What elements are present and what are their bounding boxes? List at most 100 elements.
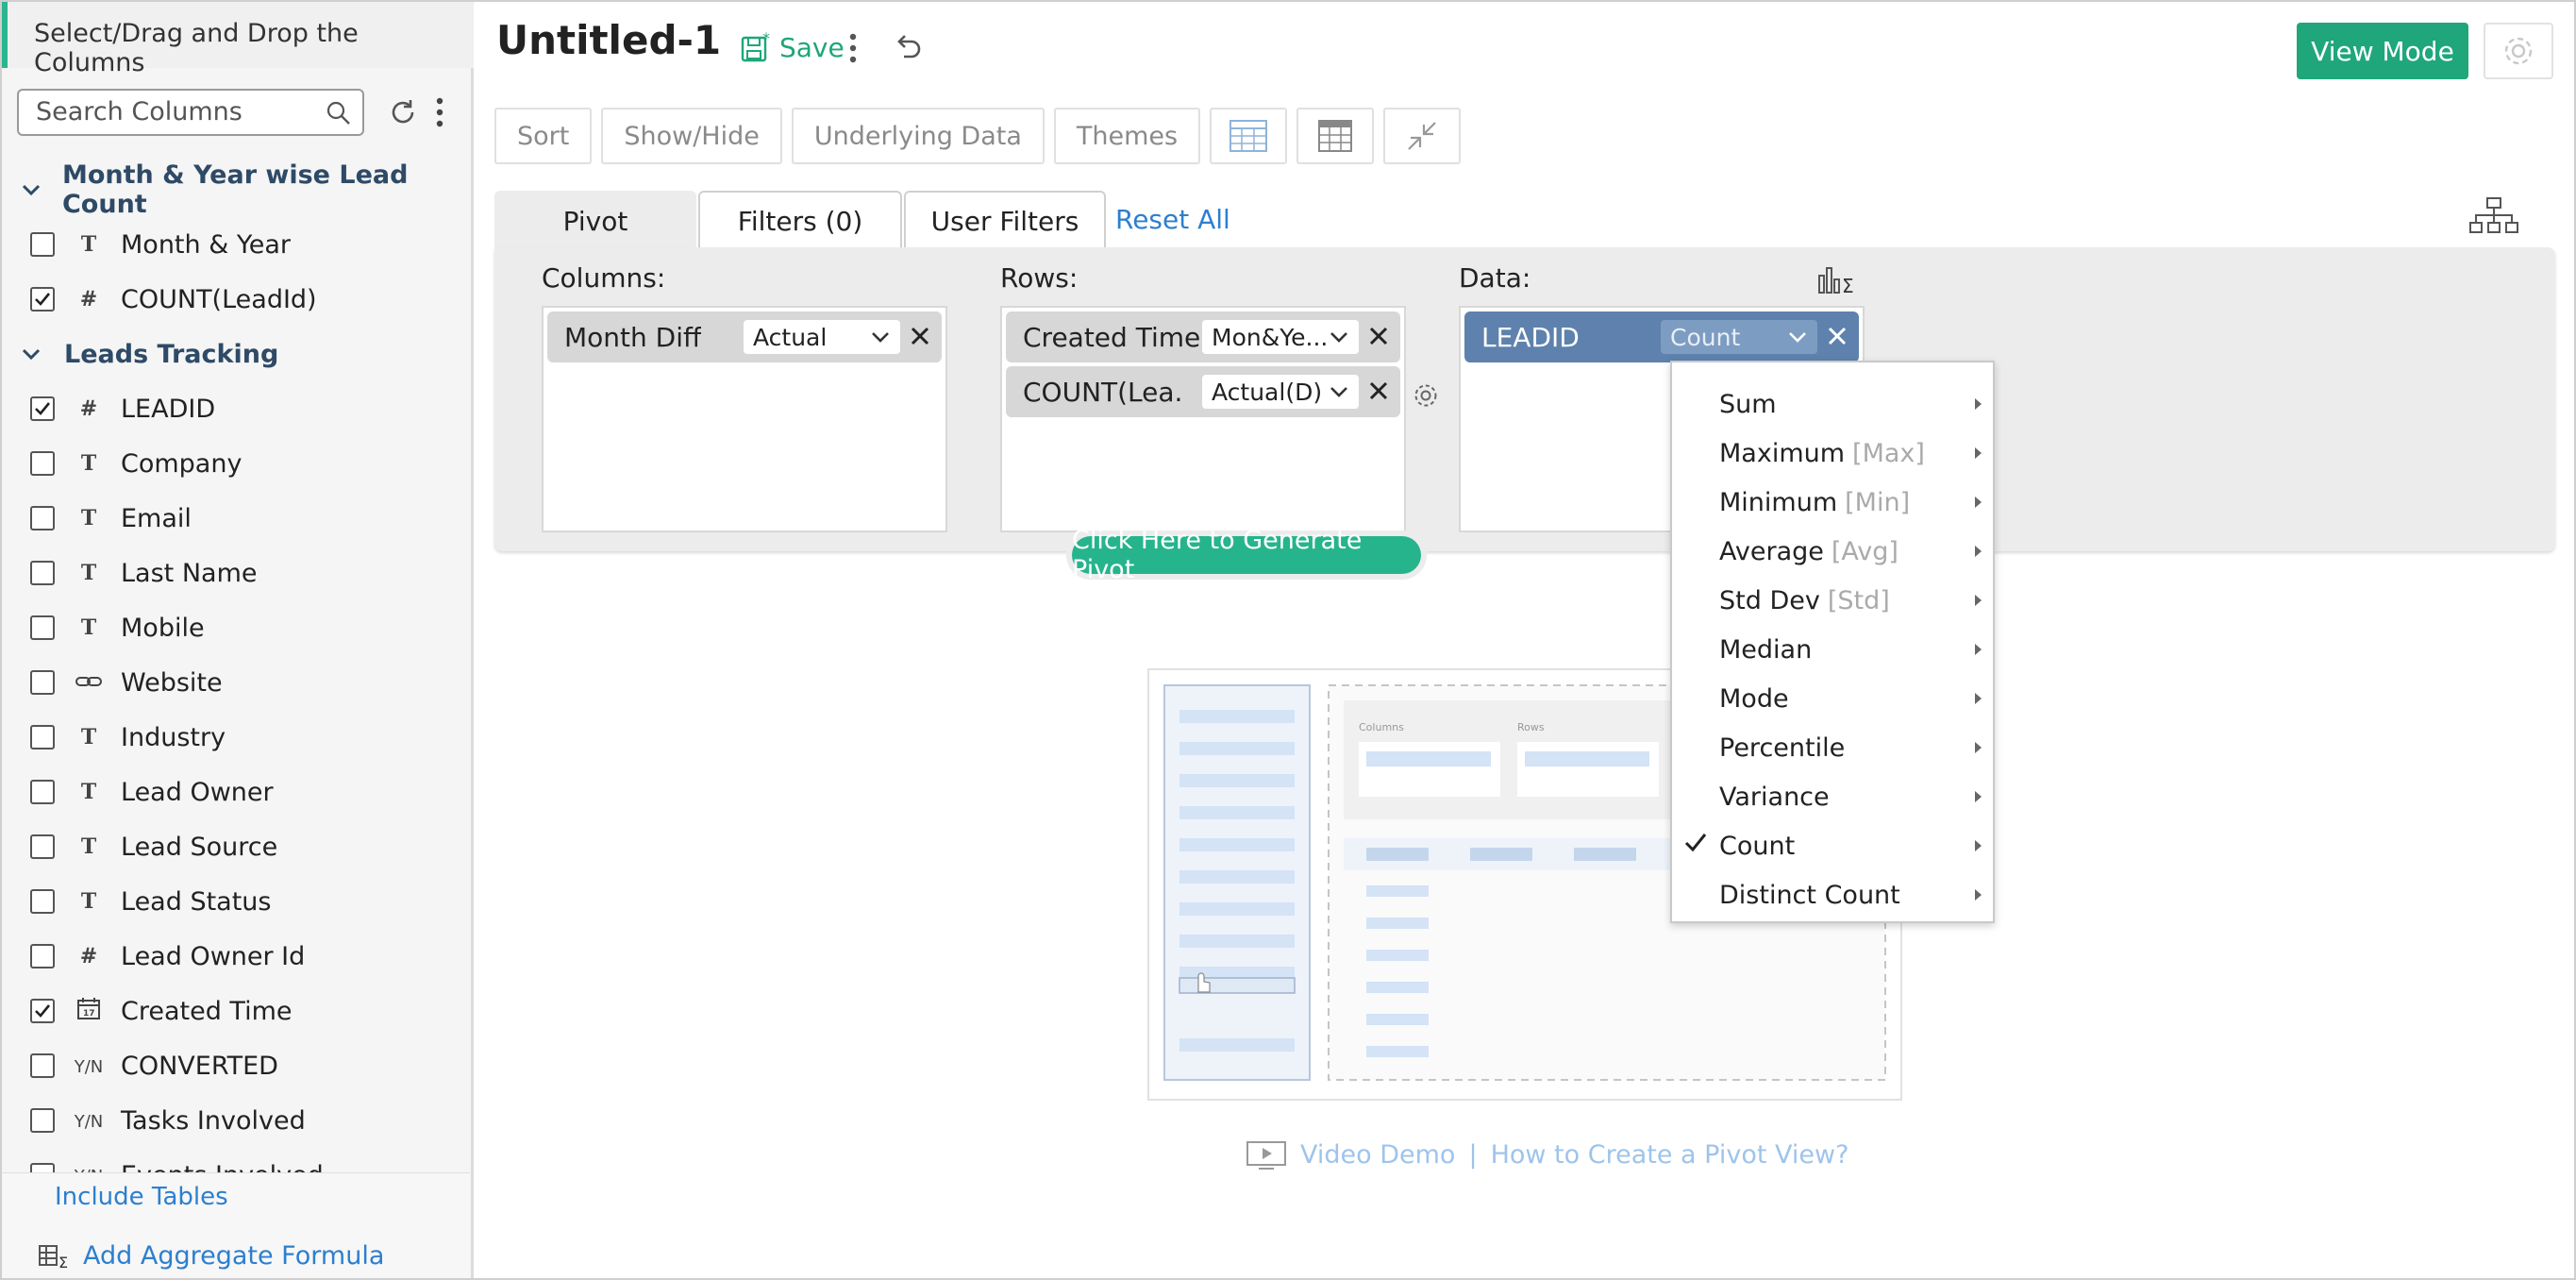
calendar-type-icon: 17 [70,996,108,1026]
remove-data-pill-icon[interactable] [1825,324,1849,348]
field-checkbox[interactable] [30,725,55,749]
field-row[interactable]: T Company [2,436,470,491]
aggregate-menu-item[interactable]: Mode [1672,674,1993,723]
tab-filters[interactable]: Filters (0) [698,191,902,249]
field-row[interactable]: T Industry [2,710,470,765]
aggregate-menu-item[interactable]: Average [Avg] [1672,527,1993,576]
aggregate-menu-item[interactable]: Count [1672,821,1993,870]
how-to-pivot-link[interactable]: How to Create a Pivot View? [1491,1140,1849,1170]
field-checkbox[interactable] [30,834,55,859]
field-row[interactable]: T Lead Owner [2,765,470,819]
field-row[interactable]: T Email [2,491,470,546]
aggregate-menu-item[interactable]: Minimum [Min] [1672,478,1993,527]
field-row[interactable]: T Last Name [2,546,470,600]
field-checkbox[interactable] [30,615,55,640]
undo-icon[interactable] [891,32,925,68]
field-checkbox[interactable] [30,670,55,695]
view-mode-button[interactable]: View Mode [2297,23,2468,79]
remove-columns-pill-icon[interactable] [908,324,932,348]
rows-pill-created-time[interactable]: Created Time Mon&Ye... [1006,312,1400,362]
rows-drop-zone[interactable]: Created Time Mon&Ye... COUNT(Lea... Actu… [1000,306,1406,532]
text-type-icon: T [80,232,97,257]
search-icon[interactable] [325,99,353,131]
sidebar-more-icon[interactable] [434,96,445,132]
table-layout-button[interactable] [1210,108,1288,164]
field-checkbox[interactable] [30,232,55,257]
field-row[interactable]: T Lead Source [2,819,470,874]
tab-pivot[interactable]: Pivot [494,191,696,249]
field-checkbox[interactable] [30,287,55,312]
show-hide-button[interactable]: Show/Hide [601,108,782,164]
video-demo-separator: | [1468,1139,1478,1170]
field-row[interactable]: Y/N Events Involved [2,1148,470,1172]
columns-pill-func-select[interactable]: Actual [744,320,900,354]
field-row[interactable]: T Lead Status [2,874,470,929]
underlying-data-button[interactable]: Underlying Data [791,108,1045,164]
refresh-icon[interactable] [387,96,419,132]
aggregate-menu-item[interactable]: Distinct Count [1672,870,1993,919]
reset-all-link[interactable]: Reset All [1115,204,1230,235]
table-format-button[interactable] [1296,108,1375,164]
generate-pivot-button[interactable]: Click Here to Generate Pivot [1072,526,1421,584]
row-settings-gear-icon[interactable] [1412,381,1440,413]
themes-button[interactable]: Themes [1053,108,1201,164]
field-checkbox[interactable] [30,1108,55,1133]
data-pill[interactable]: LEADID Count [1464,312,1859,362]
aggregate-menu-item[interactable]: Std Dev [Std] [1672,576,1993,625]
field-label: Lead Owner [121,777,274,807]
field-row[interactable]: Y/N CONVERTED [2,1038,470,1093]
group-header[interactable]: Month & Year wise Lead Count [2,162,470,219]
collapse-button[interactable] [1383,108,1462,164]
chevron-down-icon [21,176,45,205]
remove-rows-pill-icon[interactable] [1366,379,1391,403]
sort-button[interactable]: Sort [494,108,593,164]
field-checkbox[interactable] [30,944,55,968]
aggregate-menu-item[interactable]: Sum [1672,379,1993,429]
columns-pill[interactable]: Month Diff Actual [547,312,942,362]
aggregate-menu-item[interactable]: Median [1672,625,1993,674]
field-row[interactable]: T Month & Year [2,217,470,272]
aggregate-menu-item[interactable]: Percentile [1672,723,1993,772]
field-checkbox[interactable] [30,1163,55,1172]
add-aggregate-formula-link[interactable]: Σ Add Aggregate Formula [38,1241,384,1271]
field-row[interactable]: 17 Created Time [2,984,470,1038]
field-label: Last Name [121,558,258,588]
rows-pill-count[interactable]: COUNT(Lea... Actual(D) [1006,366,1400,417]
report-title[interactable]: Untitled-1 [496,17,721,63]
field-checkbox[interactable] [30,1053,55,1078]
save-button[interactable]: * Save [740,30,845,64]
field-checkbox[interactable] [30,451,55,476]
hierarchy-icon[interactable] [2468,196,2519,238]
field-checkbox[interactable] [30,396,55,421]
columns-drop-zone[interactable]: Month Diff Actual [542,306,947,532]
settings-button[interactable] [2484,23,2553,79]
field-checkbox[interactable] [30,889,55,914]
field-checkbox[interactable] [30,780,55,804]
search-columns-box[interactable] [17,89,364,136]
data-pill-func-select[interactable]: Count [1661,320,1817,354]
field-row[interactable]: Y/N Tasks Involved [2,1093,470,1148]
rows-pill-func-select[interactable]: Mon&Ye... [1202,320,1359,354]
more-options-icon[interactable] [847,32,859,68]
field-row[interactable]: # LEADID [2,381,470,436]
include-tables-link[interactable]: Include Tables [55,1183,228,1211]
video-demo-link[interactable]: Video Demo [1300,1140,1455,1170]
remove-rows-pill-icon[interactable] [1366,324,1391,348]
field-checkbox[interactable] [30,561,55,585]
aggregate-menu-item[interactable]: Maximum [Max] [1672,429,1993,478]
field-row[interactable]: Website [2,655,470,710]
field-checkbox[interactable] [30,999,55,1023]
field-checkbox[interactable] [30,506,55,531]
group-header[interactable]: Leads Tracking [2,327,470,381]
boolean-type-icon: Y/N [70,1163,108,1172]
search-columns-input[interactable] [19,91,302,132]
rows-pill-func-select[interactable]: Actual(D) [1202,375,1359,409]
field-row[interactable]: T Mobile [2,600,470,655]
aggregate-menu-label: Variance [1719,782,1830,812]
tab-user-filters[interactable]: User Filters [904,191,1106,249]
text-type-icon: T [80,889,97,914]
field-row[interactable]: # COUNT(LeadId) [2,272,470,327]
chart-sum-icon[interactable]: Σ [1817,264,1859,300]
field-row[interactable]: # Lead Owner Id [2,929,470,984]
aggregate-menu-item[interactable]: Variance [1672,772,1993,821]
